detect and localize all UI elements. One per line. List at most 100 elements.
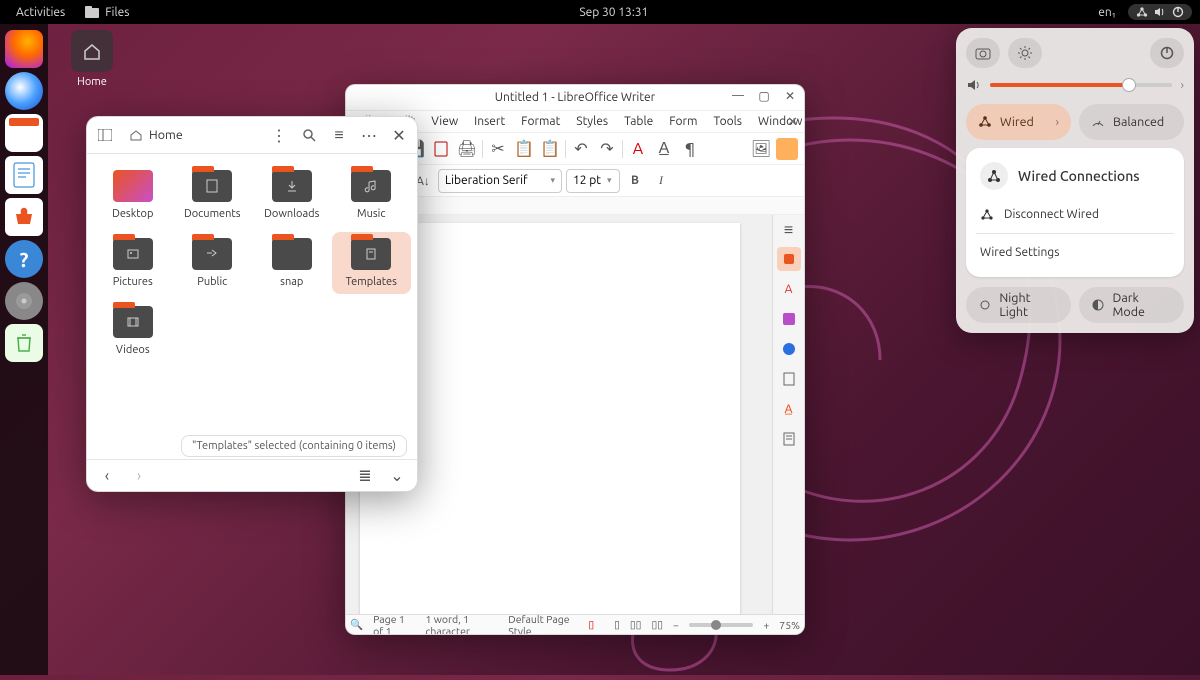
formatting-marks-button[interactable]: ¶	[679, 138, 701, 160]
menu-insert[interactable]: Insert	[467, 113, 512, 130]
export-pdf-button[interactable]	[430, 138, 452, 160]
search-button[interactable]	[295, 121, 323, 149]
files-menu-button[interactable]: Files	[77, 4, 137, 21]
sidebar-menu-icon[interactable]: ≡	[778, 219, 800, 241]
menu-table[interactable]: Table	[617, 113, 660, 130]
italic-button[interactable]: I	[650, 170, 672, 192]
folder-desktop[interactable]: Desktop	[93, 164, 173, 226]
dock-firefox[interactable]	[5, 30, 43, 68]
sidebar-page-icon[interactable]	[777, 367, 801, 391]
sidebar-properties-icon[interactable]	[777, 247, 801, 271]
sidebar-style-inspector-icon[interactable]: A̲	[777, 397, 801, 421]
volume-slider[interactable]	[990, 83, 1172, 87]
view-options-button[interactable]: ≡	[325, 121, 353, 149]
path-menu-button[interactable]: ⋮	[265, 121, 293, 149]
undo-button[interactable]: ↶	[570, 138, 592, 160]
files-icon-view[interactable]: Desktop Documents Downloads Music Pictur…	[87, 154, 417, 372]
cut-button[interactable]: ✂	[487, 138, 509, 160]
bold-button[interactable]: B	[624, 170, 646, 192]
menu-format[interactable]: Format	[514, 113, 567, 130]
settings-button[interactable]	[1008, 38, 1042, 68]
dock-libreoffice-writer[interactable]	[5, 156, 43, 194]
spellcheck-button[interactable]: A̲	[653, 138, 675, 160]
menu-styles[interactable]: Styles	[569, 113, 615, 130]
sidebar-gallery-icon[interactable]	[777, 307, 801, 331]
folder-templates[interactable]: Templates	[332, 232, 412, 294]
find-toolbar-icon[interactable]: 🔍	[350, 618, 363, 631]
status-wordcount[interactable]: 1 word, 1 character	[425, 613, 498, 636]
zoom-slider[interactable]	[689, 623, 753, 627]
folder-label: Documents	[184, 208, 241, 220]
folder-public[interactable]: Public	[173, 232, 253, 294]
print-button[interactable]: 🖨	[456, 138, 478, 160]
night-light-label: Night Light	[999, 291, 1059, 319]
document-close-button[interactable]: ✕	[787, 115, 798, 130]
menu-form[interactable]: Form	[662, 113, 704, 130]
status-pagestyle[interactable]: Default Page Style	[508, 613, 578, 636]
dock-ubuntu-software[interactable]	[5, 198, 43, 236]
dock-thunderbird[interactable]	[5, 72, 43, 110]
close-button[interactable]: ✕	[782, 89, 798, 103]
wired-submenu-title: Wired Connections	[1018, 168, 1140, 184]
zoom-out-button[interactable]: −	[673, 619, 679, 631]
menu-view[interactable]: View	[424, 113, 465, 130]
network-icon	[980, 208, 994, 222]
dock-files[interactable]	[5, 114, 43, 152]
desktop-home-icon[interactable]: Home	[62, 30, 122, 88]
sidebar-manage-changes-icon[interactable]	[777, 427, 801, 451]
view-multi-icon[interactable]: ▯▯	[630, 618, 642, 631]
dock-disk[interactable]	[5, 282, 43, 320]
redo-button[interactable]: ↷	[596, 138, 618, 160]
view-book-icon[interactable]: ▯▯	[651, 618, 663, 631]
folder-snap[interactable]: snap	[252, 232, 332, 294]
system-tray[interactable]	[1128, 4, 1192, 20]
hamburger-menu-button[interactable]: ⋯	[355, 121, 383, 149]
clock[interactable]: Sep 30 13:31	[137, 6, 1090, 19]
selection-status: "Templates" selected (containing 0 items…	[181, 435, 407, 457]
view-dropdown-button[interactable]: ⌄	[383, 462, 411, 490]
highlight-button[interactable]	[776, 138, 798, 160]
wired-toggle[interactable]: Wired ›	[966, 104, 1071, 140]
menu-tools[interactable]: Tools	[706, 113, 749, 130]
screenshot-button[interactable]	[966, 38, 1000, 68]
maximize-button[interactable]: ▢	[756, 89, 772, 103]
sidebar-toggle-button[interactable]	[91, 121, 119, 149]
back-button[interactable]: ‹	[93, 462, 121, 490]
paste-button[interactable]: 📋	[539, 138, 561, 160]
sidebar-navigator-icon[interactable]	[777, 337, 801, 361]
list-view-button[interactable]: ≣	[351, 462, 379, 490]
files-close-button[interactable]: ✕	[385, 121, 413, 149]
activities-button[interactable]: Activities	[8, 4, 73, 21]
font-size-combo[interactable]: 12 pt▾	[566, 169, 620, 193]
sidebar-styles-icon[interactable]: A	[777, 277, 801, 301]
power-button[interactable]	[1150, 38, 1184, 68]
font-name-text: Liberation Serif	[445, 174, 528, 187]
input-source-indicator[interactable]: en₁	[1090, 4, 1124, 21]
zoom-in-button[interactable]: +	[763, 619, 769, 631]
insert-image-button[interactable]: 🖼	[750, 138, 772, 160]
font-name-combo[interactable]: Liberation Serif▾	[438, 169, 562, 193]
night-light-toggle[interactable]: Night Light	[966, 287, 1071, 323]
folder-documents[interactable]: Documents	[173, 164, 253, 226]
wired-settings-item[interactable]: Wired Settings	[966, 238, 1184, 267]
disconnect-wired-item[interactable]: Disconnect Wired	[966, 200, 1184, 229]
zoom-value[interactable]: 75%	[779, 619, 800, 631]
forward-button[interactable]: ›	[125, 462, 153, 490]
dock-trash[interactable]	[5, 324, 43, 362]
lo-titlebar[interactable]: Untitled 1 - LibreOffice Writer — ▢ ✕	[346, 85, 804, 111]
find-button[interactable]: A	[627, 138, 649, 160]
status-language-icon[interactable]: ▯	[588, 618, 594, 631]
view-single-icon[interactable]: ▯	[614, 618, 620, 631]
folder-music[interactable]: Music	[332, 164, 412, 226]
dock-help[interactable]: ?	[5, 240, 43, 278]
folder-pictures[interactable]: Pictures	[93, 232, 173, 294]
path-bar[interactable]: Home	[121, 124, 263, 146]
power-mode-toggle[interactable]: Balanced	[1079, 104, 1184, 140]
folder-downloads[interactable]: Downloads	[252, 164, 332, 226]
minimize-button[interactable]: —	[730, 89, 746, 103]
status-page[interactable]: Page 1 of 1	[373, 613, 415, 636]
copy-button[interactable]: 📋	[513, 138, 535, 160]
volume-expand-icon[interactable]: ›	[1180, 78, 1184, 92]
folder-videos[interactable]: Videos	[93, 300, 173, 362]
dark-mode-toggle[interactable]: Dark Mode	[1079, 287, 1184, 323]
